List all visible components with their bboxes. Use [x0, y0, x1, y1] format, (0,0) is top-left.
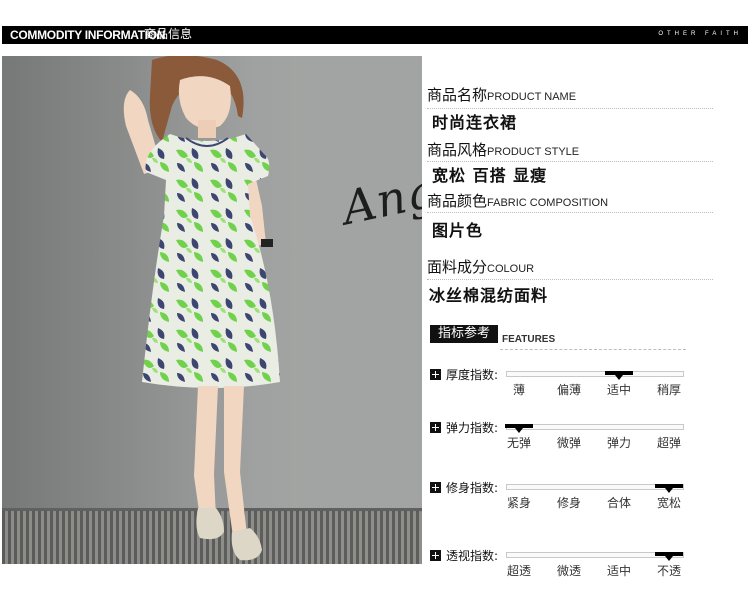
- features-badge: 指标参考: [430, 325, 498, 343]
- feature-label: 厚度指数:: [446, 368, 499, 382]
- header-bar: COMMODITY INFORMATION 商品信息 OTHER FAITH: [2, 26, 748, 44]
- fabric-label: 面料成分COLOUR: [427, 258, 535, 276]
- feature-marker-pointer: [615, 375, 623, 380]
- divider: [500, 349, 686, 350]
- feature-scale-track: [506, 371, 684, 377]
- feature-option: 微弹: [556, 436, 581, 450]
- product-name-label: 商品名称PRODUCT NAME: [427, 86, 577, 104]
- feature-option: 无弹: [506, 436, 531, 450]
- feature-label: 修身指数:: [446, 481, 499, 495]
- feature-option: 弹力: [606, 436, 631, 450]
- feature-label: 透视指数:: [446, 549, 499, 563]
- product-photo: Ang: [2, 56, 422, 564]
- divider: [427, 108, 713, 109]
- feature-option: 薄: [512, 383, 525, 397]
- feature-option: 微透: [556, 564, 581, 578]
- feature-label: 弹力指数:: [446, 421, 499, 435]
- feature-option: 适中: [606, 564, 631, 578]
- feature-option: 不透: [656, 564, 681, 578]
- expand-plus-icon: [430, 482, 441, 493]
- product-style-label: 商品风格PRODUCT STYLE: [427, 141, 580, 159]
- feature-marker-pointer: [665, 488, 673, 493]
- fabric-value: 冰丝棉混纺面料: [429, 286, 549, 305]
- header-title-cn: 商品信息: [144, 27, 193, 41]
- expand-plus-icon: [430, 422, 441, 433]
- divider: [427, 279, 713, 280]
- product-color-label: 商品颜色FABRIC COMPOSITION: [427, 192, 609, 210]
- feature-option: 稍厚: [656, 383, 681, 397]
- features-title: FEATURES: [502, 334, 556, 345]
- feature-option: 偏薄: [556, 383, 581, 397]
- product-style-value: 宽松 百搭 显瘦: [432, 166, 548, 185]
- feature-option: 合体: [606, 496, 631, 510]
- feature-option: 修身: [556, 496, 581, 510]
- feature-option: 紧身: [506, 496, 531, 510]
- product-name-value: 时尚连衣裙: [432, 113, 518, 132]
- feature-option: 宽松: [656, 496, 681, 510]
- brand-text: OTHER FAITH: [658, 31, 742, 37]
- header-title-en: COMMODITY INFORMATION: [10, 28, 166, 42]
- feature-marker-pointer: [515, 428, 523, 433]
- divider: [427, 161, 713, 162]
- expand-plus-icon: [430, 550, 441, 561]
- feature-option: 超透: [506, 564, 531, 578]
- model-illustration: [123, 56, 280, 561]
- expand-plus-icon: [430, 369, 441, 380]
- divider: [427, 212, 713, 213]
- feature-option: 超弹: [656, 436, 681, 450]
- feature-marker-pointer: [665, 556, 673, 561]
- product-color-value: 图片色: [432, 221, 484, 240]
- feature-option: 适中: [606, 383, 631, 397]
